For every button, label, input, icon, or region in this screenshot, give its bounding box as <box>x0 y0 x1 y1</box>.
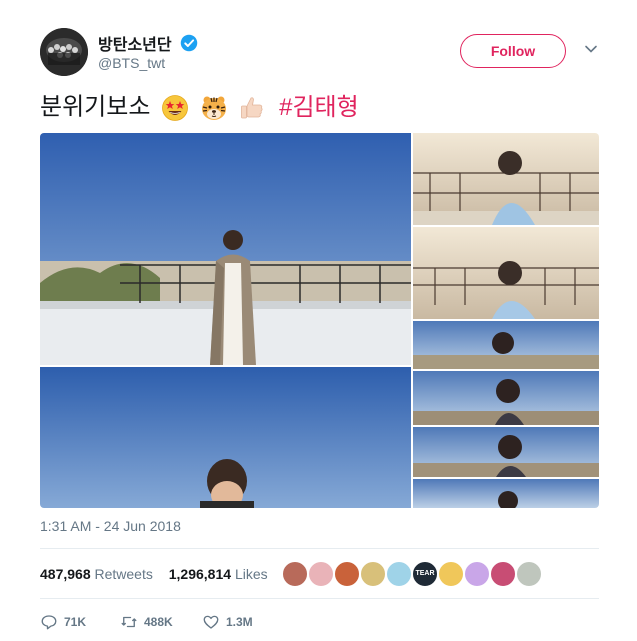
tweet-timestamp[interactable]: 1:31 AM - 24 Jun 2018 <box>40 518 181 534</box>
tweet-stats: 487,968 Retweets 1,296,814 Likes <box>40 562 280 590</box>
retweet-count: 488K <box>144 614 173 629</box>
liker-badge-text: TEAR <box>415 570 435 577</box>
tiger-face-emoji-icon <box>200 94 228 122</box>
liker-avatar[interactable] <box>464 561 490 587</box>
media-grid-canvas <box>40 133 599 508</box>
like-button[interactable]: 1.3M <box>202 610 253 632</box>
handle[interactable]: @BTS_twt <box>98 55 165 71</box>
star-struck-emoji-icon <box>161 94 189 122</box>
photo-4[interactable] <box>413 227 599 319</box>
divider-bottom <box>40 598 599 599</box>
tweet-body: 분위기보소 <box>40 93 151 121</box>
hashtag-link[interactable]: #김태형 <box>279 94 359 121</box>
liker-avatar[interactable]: TEAR <box>412 561 438 587</box>
media-grid <box>40 133 599 508</box>
likes-count: 1,296,814 <box>168 566 232 582</box>
heart-icon <box>203 615 219 629</box>
verified-badge-icon <box>180 34 198 52</box>
liker-avatar[interactable] <box>360 561 386 587</box>
reply-count: 71K <box>64 614 87 629</box>
liker-avatar[interactable] <box>490 561 516 587</box>
liker-avatar[interactable] <box>334 561 360 587</box>
name-row: 방탄소년단 <box>98 31 198 55</box>
likes-stat[interactable]: 1,296,814 Likes <box>169 562 268 586</box>
display-name[interactable]: 방탄소년단 <box>98 31 172 55</box>
retweet-icon <box>121 616 137 628</box>
liker-avatar[interactable] <box>386 561 412 587</box>
retweets-label: Retweets <box>94 566 153 582</box>
chevron-down-icon[interactable] <box>584 42 598 56</box>
follow-button[interactable]: Follow <box>460 34 566 68</box>
reply-icon <box>41 615 57 630</box>
retweet-button[interactable]: 488K <box>120 610 173 632</box>
tweet-text: 분위기보소 #김태형 <box>40 90 359 124</box>
like-count: 1.3M <box>226 614 253 629</box>
retweets-stat[interactable]: 487,968 Retweets <box>40 562 153 586</box>
likes-label: Likes <box>234 566 268 582</box>
liker-avatar[interactable] <box>438 561 464 587</box>
divider-top <box>40 548 599 549</box>
group-photo-icon <box>40 28 88 76</box>
photo-5[interactable] <box>413 321 599 508</box>
photo-2[interactable] <box>40 367 411 508</box>
liker-avatar[interactable] <box>282 561 308 587</box>
liker-avatar[interactable] <box>516 561 542 587</box>
photo-1[interactable] <box>40 133 411 365</box>
photo-3[interactable] <box>413 133 599 225</box>
liker-avatar[interactable] <box>308 561 334 587</box>
thumbs-up-emoji-icon <box>238 94 266 122</box>
reply-button[interactable]: 71K <box>40 610 86 632</box>
retweets-count: 487,968 <box>40 566 91 582</box>
avatar[interactable] <box>40 28 88 76</box>
tweet-header: 방탄소년단 @BTS_twt Follow <box>40 28 605 76</box>
